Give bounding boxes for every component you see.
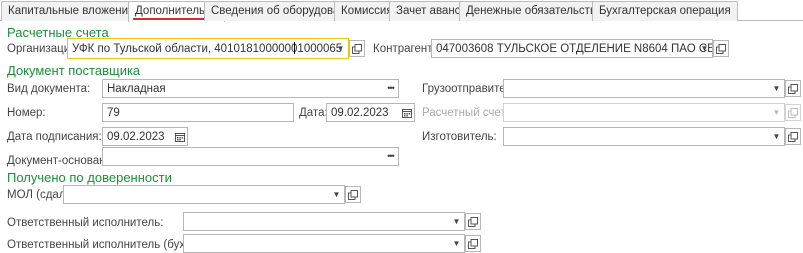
account-field: ▼ xyxy=(503,103,785,122)
counterparty-field[interactable]: 047003608 ТУЛЬСКОЕ ОТДЕЛЕНИЕ N8604 ПАО С… xyxy=(431,39,713,58)
chevron-down-icon[interactable]: ▼ xyxy=(329,186,344,203)
organization-field[interactable]: УФК по Тульской области, 401018100000010… xyxy=(67,38,349,59)
open-external-icon[interactable] xyxy=(349,40,365,57)
text-cursor xyxy=(294,42,295,54)
open-external-icon xyxy=(785,104,801,121)
signing-date-value: 09.02.2023 xyxy=(107,131,165,143)
chevron-down-icon[interactable]: ▼ xyxy=(333,40,348,57)
organization-value: УФК по Тульской области, 401018100000010… xyxy=(72,43,343,55)
chevron-down-icon[interactable]: ▼ xyxy=(769,128,784,145)
open-external-icon[interactable] xyxy=(465,235,481,252)
number-field[interactable]: 79 xyxy=(102,103,294,122)
chevron-down-icon[interactable]: ▼ xyxy=(769,80,784,97)
open-external-icon[interactable] xyxy=(345,186,361,203)
number-value: 79 xyxy=(107,107,120,119)
responsible-label: Ответственный исполнитель: xyxy=(7,217,164,229)
doc-type-field[interactable]: Накладная ••• xyxy=(102,79,399,98)
date-field[interactable]: 09.02.2023 xyxy=(326,103,415,122)
manufacturer-label: Изготовитель: xyxy=(422,131,497,143)
tab-accounting-operation[interactable]: Бухгалтерская операция xyxy=(592,1,738,21)
doc-type-label: Вид документа: xyxy=(7,83,91,95)
calendar-icon[interactable] xyxy=(399,104,414,121)
tab-bar: Капитальные вложения (1) Дополнительно С… xyxy=(0,0,803,22)
signing-date-label: Дата подписания: xyxy=(7,131,102,143)
counterparty-value: 047003608 ТУЛЬСКОЕ ОТДЕЛЕНИЕ N8604 ПАО С… xyxy=(436,43,712,55)
chevron-down-icon[interactable]: ▼ xyxy=(697,40,712,57)
signing-date-field[interactable]: 09.02.2023 xyxy=(102,127,188,146)
date-label: Дата: xyxy=(299,107,328,119)
doc-type-value: Накладная xyxy=(107,83,166,95)
number-label: Номер: xyxy=(7,107,46,119)
account-label: Расчетный счет: xyxy=(422,107,509,119)
section-received-by-proxy: Получено по доверенности xyxy=(7,170,172,185)
open-external-icon[interactable] xyxy=(785,80,801,97)
open-external-icon[interactable] xyxy=(465,213,481,230)
responsible-acc-field[interactable]: ▼ xyxy=(183,234,465,253)
responsible-field[interactable]: ▼ xyxy=(183,212,465,231)
shipper-field[interactable]: ▼ xyxy=(503,79,785,98)
ellipsis-icon[interactable]: ••• xyxy=(383,148,398,165)
open-external-icon[interactable] xyxy=(713,40,729,57)
section-supplier-document: Документ поставщика xyxy=(7,63,141,78)
open-external-icon[interactable] xyxy=(785,128,801,145)
ellipsis-icon[interactable]: ••• xyxy=(383,80,398,97)
base-doc-field[interactable]: ••• xyxy=(102,147,399,166)
manufacturer-field[interactable]: ▼ xyxy=(503,127,785,146)
chevron-down-icon: ▼ xyxy=(772,107,781,117)
calendar-icon[interactable] xyxy=(172,128,187,145)
chevron-down-icon[interactable]: ▼ xyxy=(449,213,464,230)
date-value: 09.02.2023 xyxy=(331,107,389,119)
chevron-down-icon[interactable]: ▼ xyxy=(449,235,464,252)
mol-field[interactable]: ▼ xyxy=(63,185,345,204)
